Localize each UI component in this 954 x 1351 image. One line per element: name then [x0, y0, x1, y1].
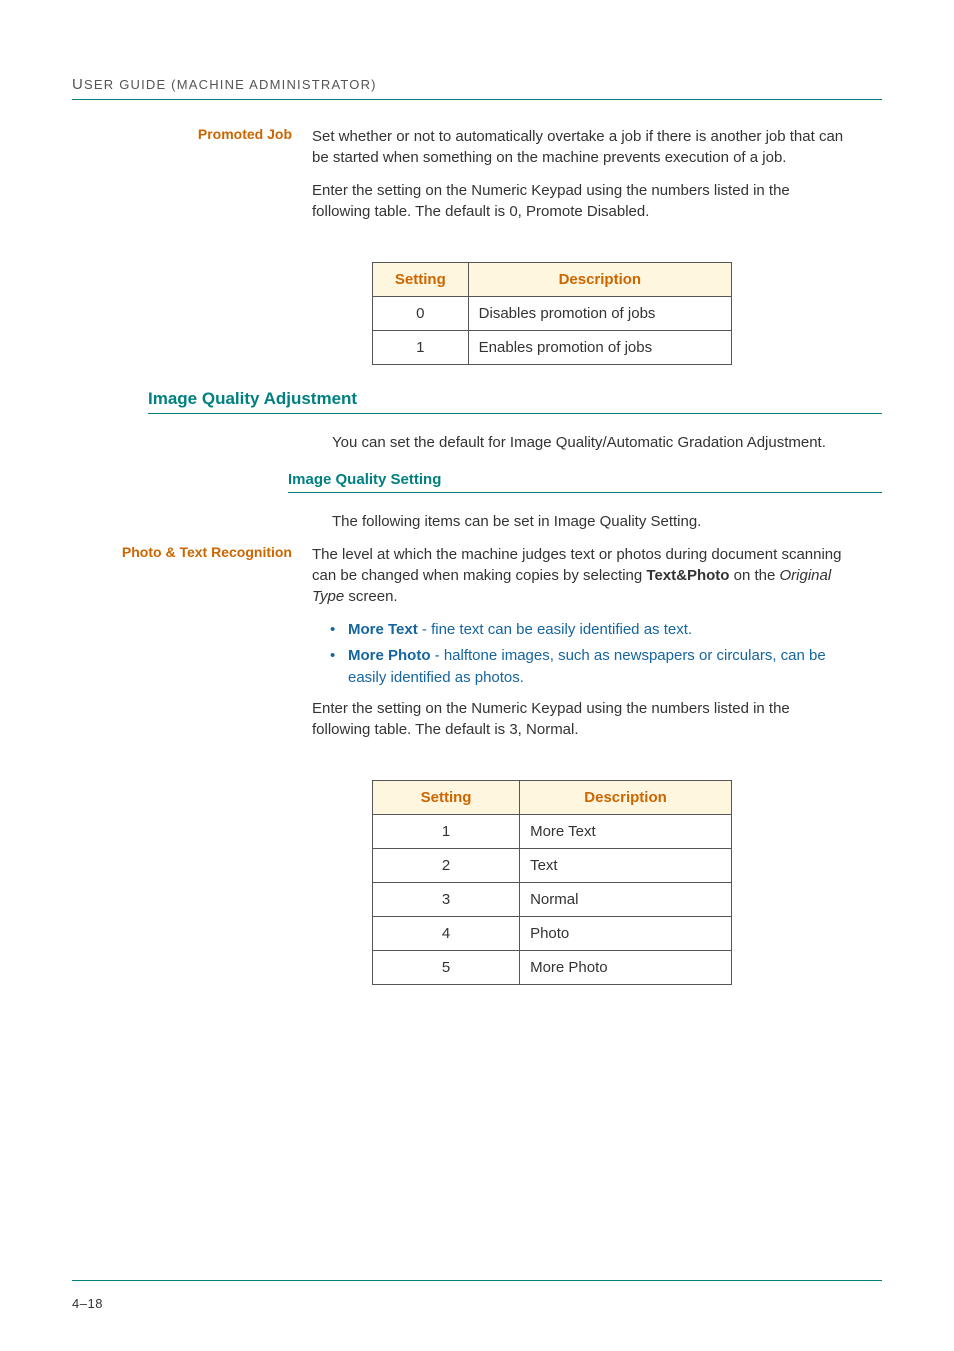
table-row: 1 Enables promotion of jobs	[373, 331, 732, 365]
table-cell-setting: 5	[373, 951, 520, 985]
promoted-job-body: Set whether or not to automatically over…	[312, 126, 852, 234]
table-row: 4 Photo	[373, 917, 732, 951]
table-header-setting: Setting	[373, 263, 469, 297]
ptr-p1-bold: Text&Photo	[646, 567, 729, 584]
table-cell-setting: 1	[373, 815, 520, 849]
subsection-rule	[288, 492, 882, 493]
table-cell-desc: Enables promotion of jobs	[468, 331, 731, 365]
running-header-initial: U	[72, 76, 84, 93]
image-quality-adjustment-heading: Image Quality Adjustment	[148, 389, 882, 409]
table-cell-setting: 4	[373, 917, 520, 951]
table-row: 1 More Text	[373, 815, 732, 849]
footer-rule	[72, 1280, 882, 1281]
bullet-bold: More Text	[348, 621, 418, 638]
table-cell-desc: Disables promotion of jobs	[468, 297, 731, 331]
table-cell-desc: Text	[520, 849, 732, 883]
table-header-description: Description	[468, 263, 731, 297]
header-rule	[72, 99, 882, 100]
promoted-job-paragraph-1: Set whether or not to automatically over…	[312, 126, 852, 168]
table-header-setting: Setting	[373, 781, 520, 815]
ptr-paragraph-2: Enter the setting on the Numeric Keypad …	[312, 698, 852, 740]
promoted-job-label: Promoted Job	[72, 126, 312, 142]
ptr-p1-suffix: screen.	[344, 588, 397, 605]
ptr-p1-mid: on the	[729, 567, 779, 584]
running-header: USER GUIDE (MACHINE ADMINISTRATOR)	[72, 76, 882, 93]
page-container: USER GUIDE (MACHINE ADMINISTRATOR) Promo…	[0, 0, 954, 1351]
table-header-description: Description	[520, 781, 732, 815]
table-cell-setting: 0	[373, 297, 469, 331]
page-number: 4–18	[72, 1296, 103, 1311]
photo-text-recognition-row: Photo & Text Recognition The level at wh…	[72, 544, 882, 752]
ptr-table: Setting Description 1 More Text 2 Text 3…	[372, 780, 732, 985]
table-cell-desc: Normal	[520, 883, 732, 917]
table-cell-setting: 1	[373, 331, 469, 365]
table-row: 3 Normal	[373, 883, 732, 917]
section-rule	[148, 413, 882, 414]
table-cell-desc: More Text	[520, 815, 732, 849]
photo-text-recognition-label: Photo & Text Recognition	[72, 544, 312, 560]
iqa-paragraph-1: You can set the default for Image Qualit…	[332, 432, 872, 453]
image-quality-setting-heading: Image Quality Setting	[288, 471, 882, 488]
table-row: 5 More Photo	[373, 951, 732, 985]
list-item: More Photo - halftone images, such as ne…	[330, 645, 852, 689]
ptr-body: The level at which the machine judges te…	[312, 544, 852, 752]
running-header-rest: SER GUIDE (MACHINE ADMINISTRATOR)	[84, 77, 377, 92]
promoted-job-paragraph-2: Enter the setting on the Numeric Keypad …	[312, 180, 852, 222]
iqs-body: The following items can be set in Image …	[332, 511, 872, 532]
bullet-rest: - fine text can be easily identified as …	[418, 621, 692, 638]
table-cell-setting: 3	[373, 883, 520, 917]
table-cell-desc: More Photo	[520, 951, 732, 985]
iqs-paragraph-1: The following items can be set in Image …	[332, 511, 872, 532]
table-cell-desc: Photo	[520, 917, 732, 951]
table-cell-setting: 2	[373, 849, 520, 883]
iqa-body: You can set the default for Image Qualit…	[332, 432, 872, 453]
ptr-bullet-list: More Text - fine text can be easily iden…	[312, 619, 852, 688]
bullet-bold: More Photo	[348, 647, 431, 664]
list-item: More Text - fine text can be easily iden…	[330, 619, 852, 641]
promoted-job-row: Promoted Job Set whether or not to autom…	[72, 126, 882, 234]
promoted-job-table: Setting Description 0 Disables promotion…	[372, 262, 732, 365]
ptr-paragraph-1: The level at which the machine judges te…	[312, 544, 852, 607]
table-row: 0 Disables promotion of jobs	[373, 297, 732, 331]
table-row: 2 Text	[373, 849, 732, 883]
